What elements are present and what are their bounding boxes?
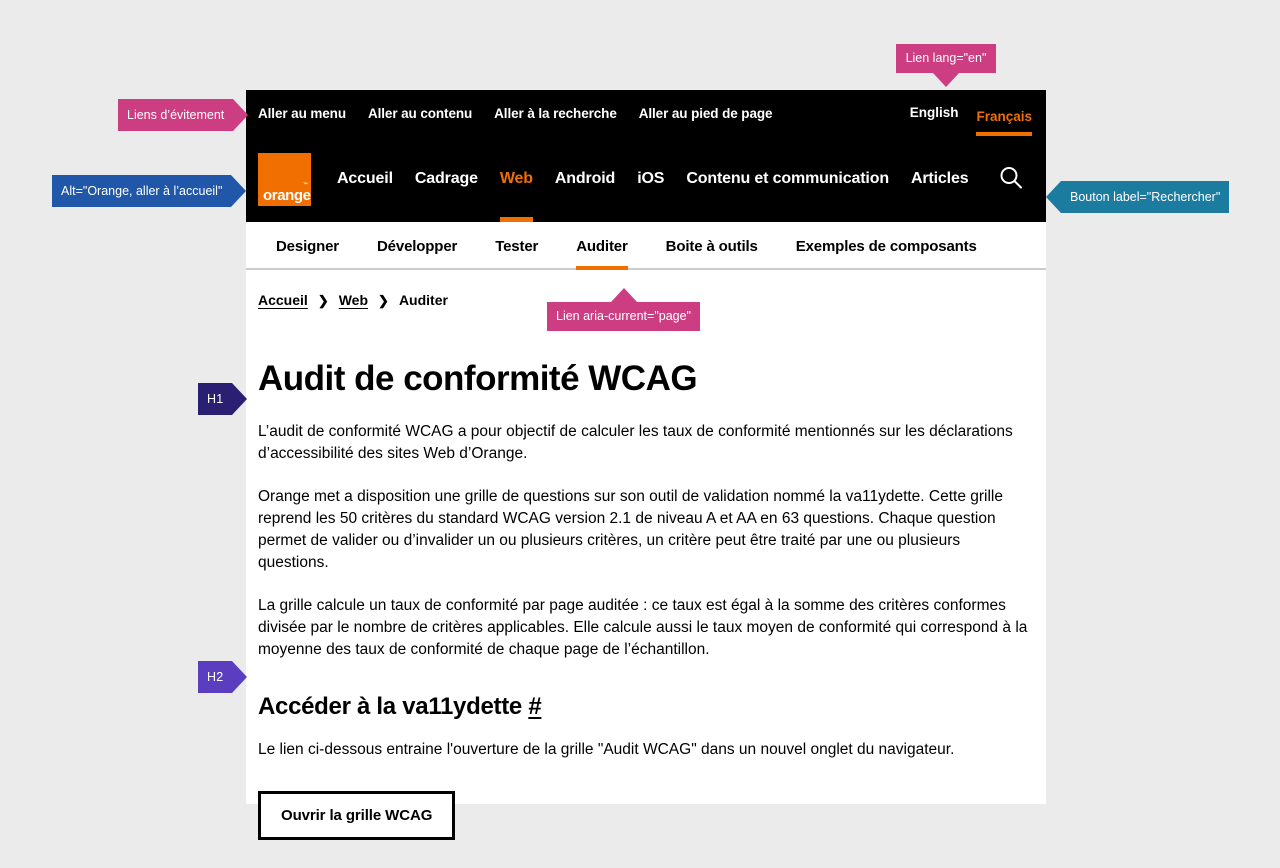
subnav-item-developper[interactable]: Développer [377, 222, 457, 270]
breadcrumb-separator-icon: ❯ [317, 292, 329, 308]
annotation-logo-alt: Alt="Orange, aller à l’accueil" [52, 175, 247, 207]
nav-item-contenu-et-communication[interactable]: Contenu et communication [686, 136, 889, 222]
breadcrumb-separator-icon: ❯ [378, 292, 389, 308]
h1-badge-text: H1 [207, 391, 224, 406]
skip-link-footer[interactable]: Aller au pied de page [639, 106, 773, 121]
language-link-francais[interactable]: Français [976, 109, 1032, 136]
annotation-arrow-icon [933, 72, 959, 87]
annotation-arrow-icon [232, 383, 248, 415]
search-icon [996, 163, 1026, 196]
main-content: Accueil ❯ Web ❯ Auditer Audit de conform… [246, 270, 1046, 840]
breadcrumb-link-accueil[interactable]: Accueil [258, 292, 308, 308]
subnav-item-auditer[interactable]: Auditer [576, 222, 629, 270]
section-title-acceder-va11ydette: Accéder à la va11ydette # [258, 693, 1034, 721]
subnav-item-boite-a-outils[interactable]: Boite à outils [666, 222, 758, 270]
annotation-arrow-icon [233, 99, 249, 131]
skip-link-content[interactable]: Aller au contenu [368, 106, 472, 121]
paragraph-intro: L’audit de conformité WCAG a pour object… [258, 422, 1013, 462]
annotation-search-label-text: Bouton label="Rechercher" [1061, 181, 1230, 213]
annotation-logo-alt-label: Alt="Orange, aller à l’accueil" [52, 175, 232, 207]
search-button[interactable] [990, 157, 1032, 202]
anchor-link-icon[interactable]: # [528, 693, 541, 720]
nav-item-articles[interactable]: Articles [911, 136, 969, 222]
nav-item-ios[interactable]: iOS [637, 136, 664, 222]
annotation-h2-badge-label: H2 [198, 661, 233, 693]
annotation-breadcrumb-current-label: Lien aria-current="page" [547, 302, 700, 331]
skip-links-bar: Aller au menu Aller au contenu Aller à l… [246, 90, 1046, 136]
paragraph-lien-ci-dessous: Le lien ci-dessous entraine l'ouverture … [258, 740, 955, 758]
orange-logo[interactable]: orange ™ [258, 152, 311, 206]
breadcrumb-current-auditer[interactable]: Auditer [399, 292, 448, 308]
logo-wordmark: orange [263, 186, 311, 204]
trademark-icon: ™ [303, 181, 308, 188]
language-switcher: English Français [910, 90, 1046, 136]
primary-nav-items: Accueil Cadrage Web Android iOS Contenu … [337, 136, 969, 222]
h2-badge-text: H2 [207, 669, 224, 684]
annotation-lang-en-label: Lien lang="en" [896, 44, 996, 73]
breadcrumb-link-web[interactable]: Web [339, 292, 368, 308]
skip-link-search[interactable]: Aller à la recherche [494, 106, 617, 121]
annotation-breadcrumb-current: Lien aria-current="page" [547, 288, 700, 331]
annotation-h1-badge: H1 [198, 383, 248, 415]
subnav-item-tester[interactable]: Tester [495, 222, 538, 270]
open-wcag-grid-button[interactable]: Ouvrir la grille WCAG [258, 790, 456, 840]
annotation-arrow-icon [1046, 181, 1061, 213]
annotation-skip-links-label: Liens d’évitement [118, 99, 234, 131]
annotation-arrow-icon [232, 661, 248, 693]
browser-page: Aller au menu Aller au contenu Aller à l… [246, 90, 1046, 840]
annotation-h1-badge-label: H1 [198, 383, 233, 415]
language-link-english[interactable]: English [910, 105, 959, 136]
annotation-search-label: Bouton label="Rechercher" [1046, 181, 1230, 213]
subnav-item-exemples-de-composants[interactable]: Exemples de composants [796, 222, 977, 270]
section-title-text: Accéder à la va11ydette [258, 692, 522, 720]
secondary-navigation-bar: Designer Développer Tester Auditer Boite… [246, 222, 1046, 270]
skip-link-menu[interactable]: Aller au menu [258, 106, 346, 121]
annotation-lang-en: Lien lang="en" [896, 44, 996, 87]
skip-links-group: Aller au menu Aller au contenu Aller à l… [258, 106, 773, 121]
paragraph-va11ydette: Orange met a disposition une grille de q… [258, 487, 1003, 571]
paragraph-taux-conformite: La grille calcule un taux de conformité … [258, 596, 1028, 658]
annotation-skip-links: Liens d’évitement [118, 99, 249, 131]
annotation-arrow-icon [610, 288, 637, 302]
page-title: Audit de conformité WCAG [258, 359, 698, 398]
annotation-arrow-icon [231, 175, 247, 207]
nav-item-accueil[interactable]: Accueil [337, 136, 393, 222]
nav-item-android[interactable]: Android [555, 136, 615, 222]
subnav-item-designer[interactable]: Designer [276, 222, 339, 270]
nav-item-web[interactable]: Web [499, 136, 533, 222]
main-navigation-bar: orange ™ Accueil Cadrage Web Android iOS… [246, 136, 1046, 222]
annotation-h2-badge: H2 [198, 661, 248, 693]
nav-item-cadrage[interactable]: Cadrage [415, 136, 478, 222]
